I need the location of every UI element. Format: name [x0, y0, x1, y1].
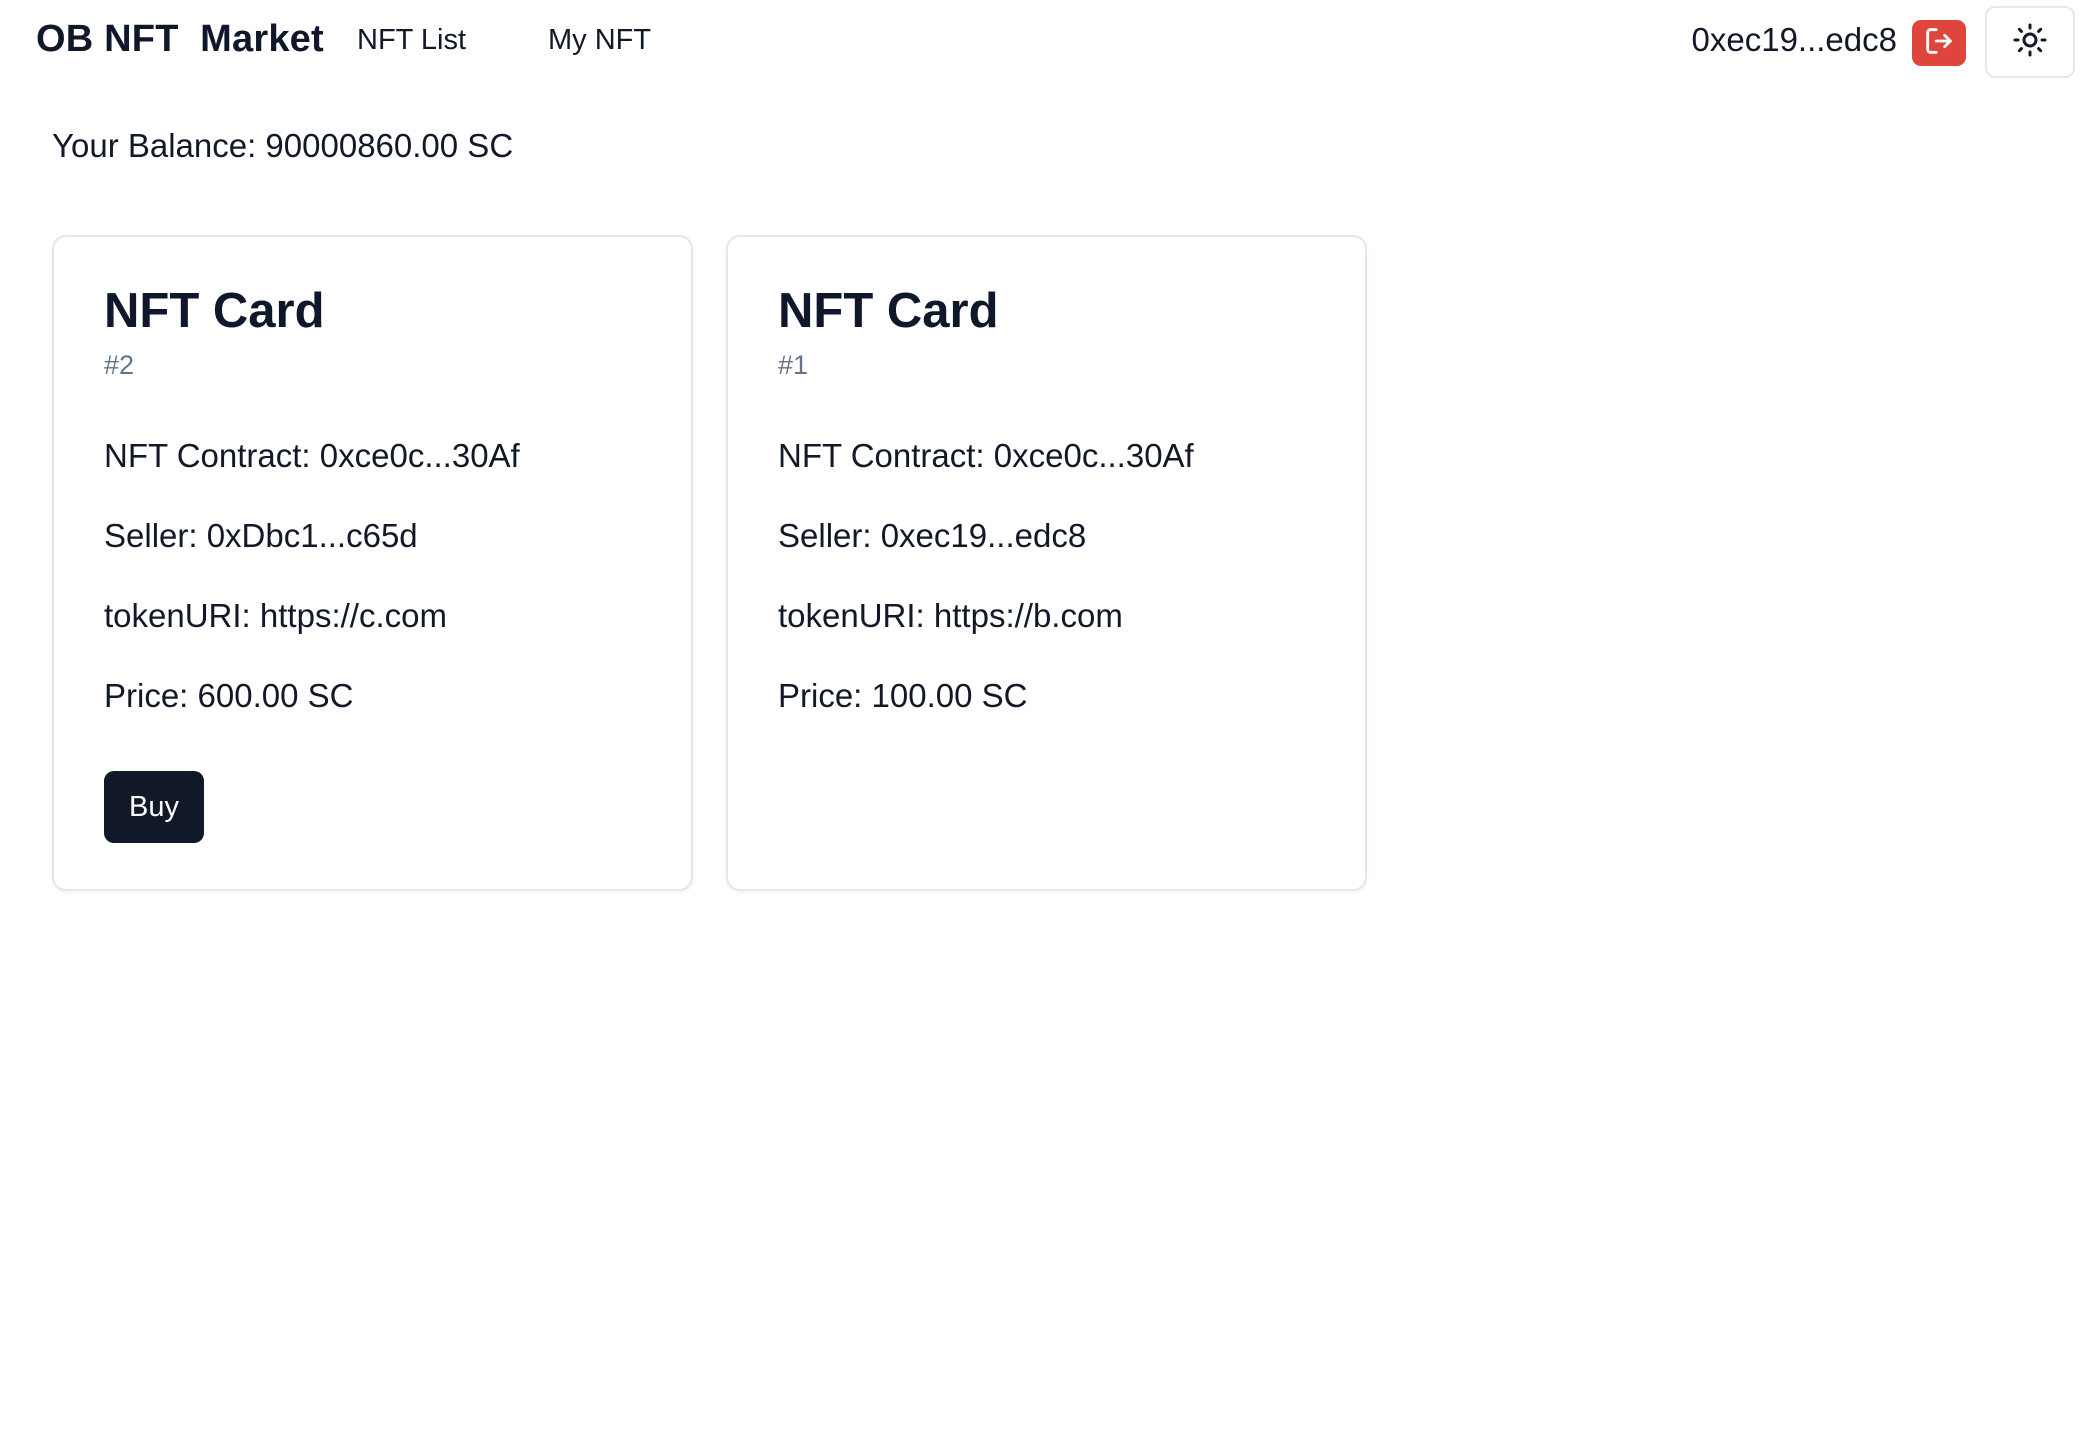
- logout-button[interactable]: [1912, 20, 1966, 66]
- wallet-address: 0xec19...edc8: [1691, 21, 1897, 58]
- sun-icon: [2012, 22, 2048, 63]
- card-token-id: #1: [778, 350, 809, 380]
- card-seller: Seller: 0xDbc1...c65d: [104, 517, 418, 554]
- card-token-uri: tokenURI: https://c.com: [104, 597, 447, 634]
- brand-logo[interactable]: OB NFT Market: [36, 18, 324, 61]
- nav-my-nft[interactable]: My NFT: [548, 24, 651, 57]
- card-token-id: #2: [104, 350, 135, 380]
- card-contract: NFT Contract: 0xce0c...30Af: [778, 437, 1194, 474]
- nft-card: NFT Card #2 NFT Contract: 0xce0c...30Af …: [52, 235, 693, 891]
- card-token-uri: tokenURI: https://b.com: [778, 597, 1123, 634]
- logout-icon: [1922, 24, 1956, 63]
- nav-nft-list[interactable]: NFT List: [357, 24, 466, 57]
- nft-card: NFT Card #1 NFT Contract: 0xce0c...30Af …: [726, 235, 1367, 891]
- balance-text: Your Balance: 90000860.00 SC: [52, 127, 514, 164]
- card-title: NFT Card: [104, 284, 325, 338]
- card-price: Price: 600.00 SC: [104, 677, 354, 714]
- card-title: NFT Card: [778, 284, 999, 338]
- card-price: Price: 100.00 SC: [778, 677, 1028, 714]
- buy-button[interactable]: Buy: [104, 771, 204, 843]
- theme-toggle-button[interactable]: [1985, 6, 2075, 78]
- card-contract: NFT Contract: 0xce0c...30Af: [104, 437, 520, 474]
- card-seller: Seller: 0xec19...edc8: [778, 517, 1087, 554]
- top-navbar: OB NFT Market NFT List My NFT 0xec19...e…: [0, 0, 2086, 84]
